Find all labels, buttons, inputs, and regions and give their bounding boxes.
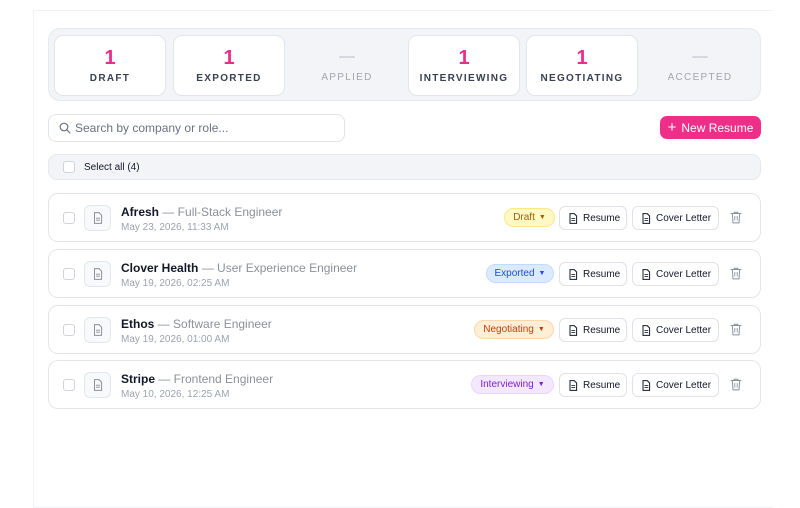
row-title: Ethos — Software Engineer xyxy=(121,317,272,331)
resume-button[interactable]: Resume xyxy=(559,206,627,230)
cover-letter-button-label: Cover Letter xyxy=(656,212,712,224)
document-icon xyxy=(84,205,111,231)
row-title: Clover Health — User Experience Engineer xyxy=(121,261,357,275)
select-all-checkbox[interactable] xyxy=(63,161,75,173)
status-dropdown[interactable]: Draft ▼ xyxy=(504,208,555,227)
row-title: Afresh — Full-Stack Engineer xyxy=(121,205,282,219)
resume-button[interactable]: Resume xyxy=(559,318,627,342)
file-icon xyxy=(642,212,651,224)
status-label: Interviewing xyxy=(480,379,534,390)
stat-label: INTERVIEWING xyxy=(419,73,509,84)
status-summary-bar: 1 DRAFT 1 EXPORTED APPLIED 1 INTERVIEWIN… xyxy=(48,28,761,101)
file-icon xyxy=(642,324,651,336)
stat-label: ACCEPTED xyxy=(667,72,733,83)
cover-letter-button-label: Cover Letter xyxy=(656,379,712,391)
resume-button-label: Resume xyxy=(583,268,621,280)
cover-letter-button[interactable]: Cover Letter xyxy=(632,373,719,397)
resume-button-label: Resume xyxy=(583,324,621,336)
search-input[interactable] xyxy=(75,119,335,137)
plus-icon: + xyxy=(667,118,677,136)
stat-label: EXPORTED xyxy=(196,73,262,84)
chevron-down-icon: ▼ xyxy=(537,381,545,388)
file-icon xyxy=(569,379,578,391)
resume-button[interactable]: Resume xyxy=(559,373,627,397)
company-name: Stripe xyxy=(121,372,156,386)
stat-negotiating[interactable]: 1 NEGOTIATING xyxy=(526,35,638,96)
status-dropdown[interactable]: Exported ▼ xyxy=(486,264,554,283)
row-checkbox[interactable] xyxy=(63,379,75,391)
role-title: — Full-Stack Engineer xyxy=(159,205,283,219)
stat-label: DRAFT xyxy=(89,73,131,84)
select-all-bar: Select all (4) xyxy=(48,154,761,180)
status-label: Draft xyxy=(513,212,535,223)
trash-icon[interactable] xyxy=(730,211,742,224)
status-dropdown[interactable]: Interviewing ▼ xyxy=(471,375,554,394)
row-date: May 19, 2026, 02:25 AM xyxy=(121,278,230,289)
stat-draft[interactable]: 1 DRAFT xyxy=(54,35,166,96)
document-icon xyxy=(84,261,111,287)
resume-button[interactable]: Resume xyxy=(559,262,627,286)
company-name: Afresh xyxy=(121,205,160,219)
row-date: May 10, 2026, 12:25 AM xyxy=(121,389,230,400)
empty-count-dash xyxy=(692,56,708,58)
cover-letter-button[interactable]: Cover Letter xyxy=(632,206,719,230)
trash-icon[interactable] xyxy=(730,378,742,391)
row-checkbox[interactable] xyxy=(63,268,75,280)
file-icon xyxy=(569,212,578,224)
new-resume-label: New Resume xyxy=(681,120,754,135)
cover-letter-button[interactable]: Cover Letter xyxy=(632,262,719,286)
stat-exported[interactable]: 1 EXPORTED xyxy=(173,35,285,96)
chevron-down-icon: ▼ xyxy=(538,214,546,221)
role-title: — Frontend Engineer xyxy=(155,372,274,386)
resume-button-label: Resume xyxy=(583,212,621,224)
file-icon xyxy=(642,268,651,280)
empty-count-dash xyxy=(339,56,355,58)
row-title: Stripe — Frontend Engineer xyxy=(121,372,273,386)
company-name: Clover Health xyxy=(121,261,199,275)
chevron-down-icon: ▼ xyxy=(537,326,545,333)
cover-letter-button-label: Cover Letter xyxy=(656,324,712,336)
company-name: Ethos xyxy=(121,317,155,331)
stat-count: 1 xyxy=(458,47,470,69)
row-date: May 23, 2026, 11:33 AM xyxy=(121,222,229,233)
cover-letter-button-label: Cover Letter xyxy=(656,268,712,280)
chevron-down-icon: ▼ xyxy=(538,270,546,277)
row-checkbox[interactable] xyxy=(63,324,75,336)
status-label: Negotiating xyxy=(483,324,534,335)
row-date: May 19, 2026, 01:00 AM xyxy=(121,334,230,345)
stat-count: 1 xyxy=(223,47,235,69)
select-all-label: Select all (4) xyxy=(84,162,140,173)
role-title: — Software Engineer xyxy=(154,317,272,331)
file-icon xyxy=(569,268,578,280)
stat-accepted[interactable]: ACCEPTED xyxy=(644,35,756,96)
row-checkbox[interactable] xyxy=(63,212,75,224)
trash-icon[interactable] xyxy=(730,267,742,280)
document-icon xyxy=(84,372,111,398)
stat-count: 1 xyxy=(104,47,116,69)
stat-count: 1 xyxy=(576,47,588,69)
status-dropdown[interactable]: Negotiating ▼ xyxy=(474,320,554,339)
resume-button-label: Resume xyxy=(583,379,621,391)
stat-label: NEGOTIATING xyxy=(540,73,624,84)
new-resume-button[interactable]: + New Resume xyxy=(660,116,761,139)
resume-row[interactable]: Afresh — Full-Stack Engineer May 23, 202… xyxy=(48,193,761,242)
search-box[interactable] xyxy=(48,114,345,142)
document-icon xyxy=(84,317,111,343)
role-title: — User Experience Engineer xyxy=(198,261,358,275)
cover-letter-button[interactable]: Cover Letter xyxy=(632,318,719,342)
trash-icon[interactable] xyxy=(730,323,742,336)
stat-label: APPLIED xyxy=(321,72,373,83)
file-icon xyxy=(642,379,651,391)
resume-row[interactable]: Ethos — Software Engineer May 19, 2026, … xyxy=(48,305,761,354)
search-icon xyxy=(59,122,71,134)
stat-interviewing[interactable]: 1 INTERVIEWING xyxy=(408,35,520,96)
status-label: Exported xyxy=(494,268,535,279)
resume-row[interactable]: Clover Health — User Experience Engineer… xyxy=(48,249,761,298)
file-icon xyxy=(569,324,578,336)
resume-row[interactable]: Stripe — Frontend Engineer May 10, 2026,… xyxy=(48,360,761,409)
stat-applied[interactable]: APPLIED xyxy=(291,35,403,96)
